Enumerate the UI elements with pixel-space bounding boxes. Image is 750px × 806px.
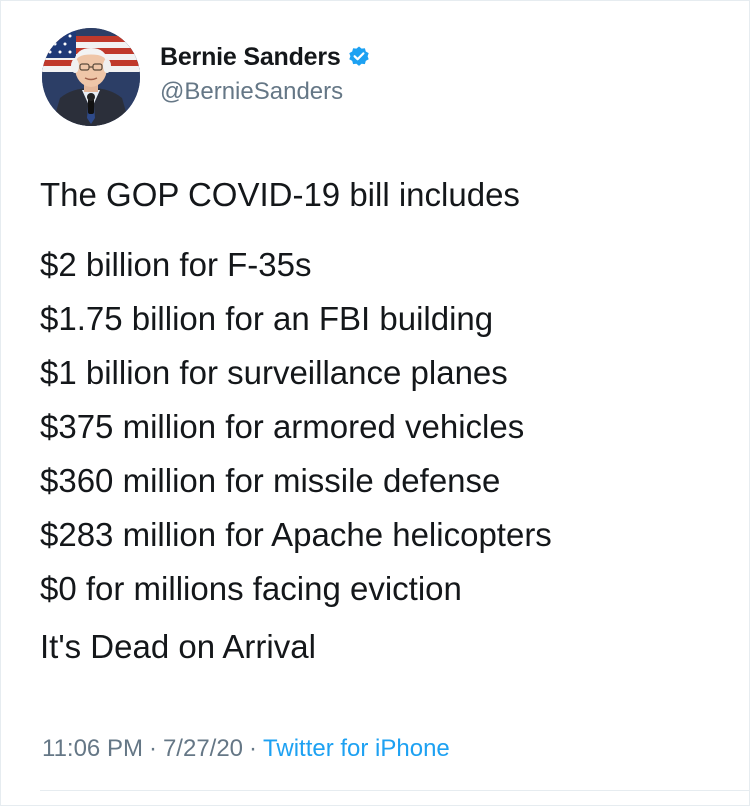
tweet-source-link[interactable]: Twitter for iPhone — [263, 735, 450, 762]
list-item: $0 for millions facing eviction — [40, 570, 462, 607]
tweet-text: The GOP COVID-19 bill includes $2 billio… — [40, 176, 552, 682]
avatar-image — [42, 28, 140, 126]
handle[interactable]: @BernieSanders — [160, 78, 371, 106]
list-item: $2 billion for F-35s — [40, 246, 312, 283]
display-name-row[interactable]: Bernie Sanders — [160, 43, 371, 72]
verified-badge-icon — [348, 46, 369, 66]
meta-separator: · — [148, 735, 157, 762]
tweet-date[interactable]: 7/27/20 — [163, 735, 243, 762]
tweet-list: $2 billion for F-35s $1.75 billion for a… — [40, 246, 552, 624]
meta-separator: · — [249, 735, 258, 762]
tweet-closing: It's Dead on Arrival — [40, 628, 316, 665]
display-name[interactable]: Bernie Sanders — [160, 43, 341, 72]
tweet-meta: 11:06 PM · 7/27/20 · Twitter for iPhone — [42, 735, 450, 763]
list-item: $375 million for armored vehicles — [40, 408, 525, 445]
avatar[interactable] — [42, 28, 140, 126]
list-item: $1 billion for surveillance planes — [40, 354, 508, 391]
tweet-intro: The GOP COVID-19 bill includes — [40, 176, 520, 213]
tweet-time[interactable]: 11:06 PM — [42, 735, 143, 762]
list-item: $1.75 billion for an FBI building — [40, 300, 494, 337]
author-names: Bernie Sanders @BernieSanders — [160, 43, 371, 106]
tweet-header: Bernie Sanders @BernieSanders — [42, 28, 371, 126]
divider — [40, 790, 750, 791]
list-item: $283 million for Apache helicopters — [40, 516, 552, 553]
list-item: $360 million for missile defense — [40, 462, 501, 499]
